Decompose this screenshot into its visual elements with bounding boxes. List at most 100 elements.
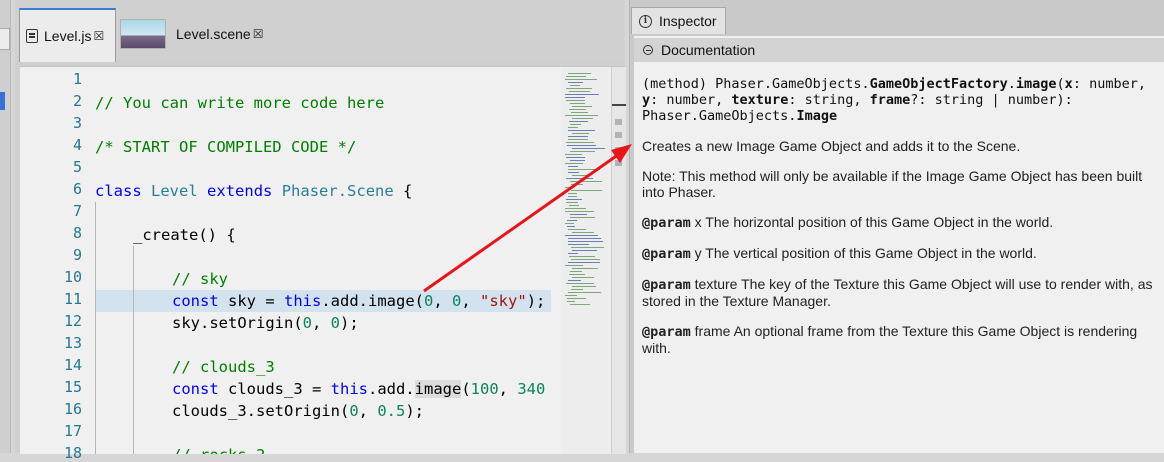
minimap-line [570,160,585,161]
minimap-line [570,124,581,125]
code-token: sky = [218,292,284,310]
minimap-line [568,262,600,263]
minimap-line [568,73,591,74]
code-token: 0.5 [377,402,406,420]
minimap-line [571,112,588,113]
minimap-line [565,97,585,98]
sig-token: frame [869,92,911,108]
code-token: ); [405,402,424,420]
code-token: ); [526,292,546,310]
sig-token: x [1064,76,1073,92]
tab-inspector[interactable]: i Inspector [631,7,726,34]
minimap-line [572,268,598,269]
scene-thumbnail-icon [120,19,166,49]
line-number: 18 [63,444,82,462]
minimap-line [565,265,583,266]
minimap-line [567,298,586,299]
code-token: , [358,402,378,420]
minimap-line [570,217,595,218]
code-token: 0 [423,292,434,310]
code-token: , [433,292,452,310]
line-number: 4 [72,136,82,154]
minimap-line [567,145,596,146]
minimap-line [571,289,583,290]
minimap-line [566,199,582,200]
minimap-line [570,181,602,182]
line-number: 17 [63,422,82,440]
inspector-panel: i Inspector Documentation (method) Phase… [629,0,1164,453]
code-line: const sky = this.add.image(0, 0, "sky"); [172,290,545,312]
minimap-line [568,292,601,293]
param-tag: @param [642,246,691,262]
documentation-section-header[interactable]: Documentation [634,38,1164,62]
minimap-line [570,271,582,272]
line-number: 1 [72,70,82,88]
code-token: , [312,314,331,332]
minimap-line [565,115,598,116]
minimap-line [568,136,588,137]
code-line: // You can write more code here [95,94,385,112]
code-editor[interactable]: 1 2 3 4 5 6 7 8 9 10 11 12 13 14 15 16 1… [20,66,626,462]
minimap-line [572,277,594,278]
sig-token: . [1007,76,1016,92]
vertical-scrollbar[interactable] [611,67,626,454]
sig-token: : number, [1072,76,1146,92]
param-doc: @param x The horizontal position of this… [642,214,1157,231]
code-line: // sky [172,270,228,288]
inspector-body: Documentation (method) Phaser.GameObject… [634,36,1164,453]
code-token: .add.image( [321,292,424,310]
code-token: { [393,182,413,200]
minimap-line [572,286,596,287]
line-number: 6 [72,180,82,198]
minimap-line [568,166,578,167]
code-token: ); [340,314,359,332]
minimap-line [565,295,577,296]
code-line: sky.setOrigin(0, 0); [172,312,359,334]
minimap-line [568,196,577,197]
code-line: /* START OF COMPILED CODE */ [95,138,357,156]
minimap-line [568,241,603,242]
minimap-line [567,220,577,221]
minimap-line [565,208,586,209]
minimap-line [566,283,594,284]
scrollbar-marker [615,147,622,153]
minimap-line [565,187,573,188]
tab-level-js[interactable]: Level.js ☒ [19,8,116,62]
minimap-line [570,304,590,305]
code-token: clouds_3 = [218,380,331,398]
code-content[interactable]: // You can write more code here /* START… [95,67,551,454]
minimap-line [569,274,585,275]
collapse-icon[interactable] [643,45,653,55]
code-token: 340 [517,380,546,398]
scrollbar-marker [615,160,622,166]
code-token: 0 [349,402,359,420]
left-panel-selection [0,92,5,110]
minimap-line [572,118,593,119]
minimap-line [570,85,580,86]
minimap-line [565,154,582,155]
scrollbar-cursor-marker [612,104,626,106]
tab-level-scene[interactable]: Level.scene ☒ [117,8,277,60]
line-number: 14 [63,356,82,374]
code-line: clouds_3.setOrigin(0, 0.5); [172,400,424,422]
minimap-line [568,238,601,239]
editor-panel: Level.js ☒ Level.scene ☒ 1 2 3 4 5 6 7 8… [15,0,626,462]
method-note: Note: This method will only be available… [642,168,1143,200]
left-side-panel [0,0,11,453]
minimap-line [566,76,586,77]
indent-guide [95,202,96,454]
minimap-line [566,88,592,89]
line-number: 7 [72,202,82,220]
file-icon [26,29,38,43]
close-icon[interactable]: ☒ [93,29,104,43]
code-token: class [95,182,142,200]
code-minimap[interactable] [561,67,611,454]
code-token: this [284,292,322,310]
minimap-line [572,232,594,233]
code-token: const [172,380,219,398]
close-icon[interactable]: ☒ [253,27,264,41]
line-number: 11 [63,290,82,308]
minimap-line [565,235,598,236]
minimap-line [568,193,577,194]
method-signature: (method) Phaser.GameObjects.GameObjectFa… [642,76,1157,124]
